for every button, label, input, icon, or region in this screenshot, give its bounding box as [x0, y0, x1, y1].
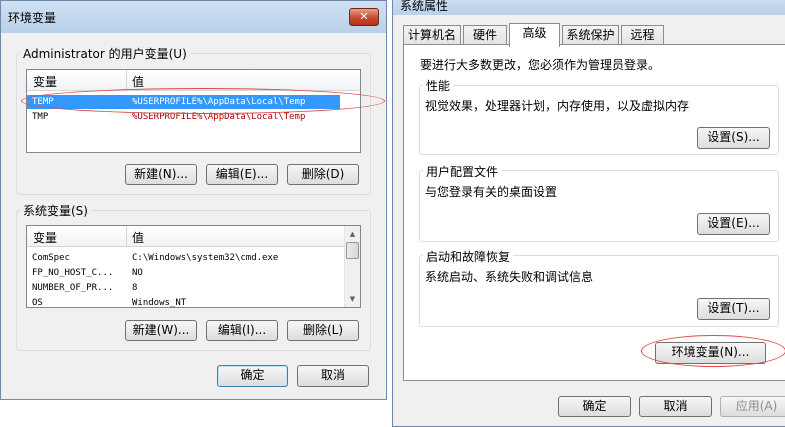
user-list-header: 变量 值	[27, 70, 360, 91]
table-row[interactable]: OS Windows_NT	[27, 296, 344, 308]
system-list-header: 变量 值	[27, 226, 344, 247]
performance-label: 性能	[423, 77, 454, 94]
user-profiles-label: 用户配置文件	[423, 163, 502, 180]
variable-value: Windows_NT	[132, 298, 187, 308]
sys-ok-button[interactable]: 确定	[558, 396, 631, 417]
variable-value: 8	[132, 283, 138, 293]
variable-name: OS	[32, 298, 43, 308]
system-properties-dialog: 系统属性 计算机名 硬件 高级 系统保护 远程 要进行大多数更改，您必须作为管理…	[392, 0, 785, 427]
ok-button[interactable]: 确定	[217, 365, 288, 387]
startup-recovery-label: 启动和故障恢复	[423, 248, 514, 265]
advanced-tab-panel: 要进行大多数更改，您必须作为管理员登录。 性能 视觉效果，处理器计划，内存使用，…	[403, 44, 785, 381]
performance-desc: 视觉效果，处理器计划，内存使用，以及虚拟内存	[425, 99, 690, 113]
scroll-down-icon[interactable]: ▼	[345, 293, 360, 305]
startup-recovery-desc: 系统启动、系统失败和调试信息	[425, 270, 594, 284]
variable-value: NO	[132, 268, 143, 278]
user-edit-button[interactable]: 编辑(E)...	[206, 164, 278, 185]
user-new-button[interactable]: 新建(N)...	[125, 164, 197, 185]
user-profiles-settings-button[interactable]: 设置(E)...	[697, 213, 770, 235]
tab-advanced[interactable]: 高级	[509, 23, 560, 47]
env-dialog-title: 环境变量	[8, 11, 57, 25]
tab-remote[interactable]: 远程	[621, 25, 664, 45]
sys-cancel-button[interactable]: 取消	[639, 396, 712, 417]
user-profiles-desc: 与您登录有关的桌面设置	[425, 185, 558, 199]
column-header-variable[interactable]: 变量	[33, 73, 57, 90]
variable-value: %USERPROFILE%\AppData\Local\Temp	[132, 97, 306, 107]
variable-name: FP_NO_HOST_C...	[32, 268, 114, 278]
sys-dialog-title: 系统属性	[400, 0, 449, 13]
startup-settings-button[interactable]: 设置(T)...	[697, 298, 770, 320]
variable-name: NUMBER_OF_PR...	[32, 283, 114, 293]
table-row-temp[interactable]: TEMP %USERPROFILE%\AppData\Local\Temp	[27, 95, 340, 109]
variable-name: TMP	[32, 112, 49, 122]
user-delete-button[interactable]: 删除(D)	[287, 164, 359, 185]
performance-settings-button[interactable]: 设置(S)...	[697, 127, 770, 149]
variable-value: C:\Windows\system32\cmd.exe	[132, 253, 279, 263]
variable-name: ComSpec	[32, 253, 70, 263]
system-edit-button[interactable]: 编辑(I)...	[206, 320, 278, 341]
table-row[interactable]: FP_NO_HOST_C... NO	[27, 266, 344, 280]
variable-name: TEMP	[32, 97, 54, 107]
environment-variables-button[interactable]: 环境变量(N)...	[655, 342, 766, 364]
system-variables-label: 系统变量(S)	[20, 202, 91, 219]
user-variables-label: Administrator 的用户变量(U)	[20, 45, 190, 62]
admin-note: 要进行大多数更改，您必须作为管理员登录。	[420, 58, 661, 72]
table-row[interactable]: ComSpec C:\Windows\system32\cmd.exe	[27, 251, 344, 265]
system-new-button[interactable]: 新建(W)...	[125, 320, 197, 341]
tab-system-protection[interactable]: 系统保护	[562, 25, 619, 45]
tab-computer-name[interactable]: 计算机名	[403, 25, 461, 45]
env-dialog-titlebar[interactable]: 环境变量 ✕	[1, 1, 386, 33]
column-header-variable[interactable]: 变量	[33, 229, 57, 246]
system-variables-list[interactable]: 变量 值 ComSpec C:\Windows\system32\cmd.exe…	[26, 225, 361, 308]
system-list-scrollbar[interactable]: ▲ ▼	[344, 226, 360, 307]
cancel-button[interactable]: 取消	[297, 365, 369, 387]
table-row[interactable]: NUMBER_OF_PR... 8	[27, 281, 344, 295]
scroll-up-icon[interactable]: ▲	[345, 228, 360, 240]
sys-dialog-titlebar[interactable]: 系统属性	[393, 0, 785, 15]
table-row-tmp[interactable]: TMP %USERPROFILE%\AppData\Local\Temp	[27, 110, 360, 124]
sys-apply-button: 应用(A)	[720, 396, 785, 417]
system-delete-button[interactable]: 删除(L)	[287, 320, 359, 341]
column-header-value[interactable]: 值	[132, 73, 144, 90]
scrollbar-thumb[interactable]	[346, 242, 359, 259]
tab-hardware[interactable]: 硬件	[463, 25, 507, 45]
column-header-value[interactable]: 值	[132, 229, 144, 246]
close-icon[interactable]: ✕	[349, 8, 379, 26]
user-variables-list[interactable]: 变量 值 TEMP %USERPROFILE%\AppData\Local\Te…	[26, 69, 361, 153]
env-variables-dialog: 环境变量 ✕ Administrator 的用户变量(U) 变量 值 TEMP …	[0, 0, 387, 400]
variable-value: %USERPROFILE%\AppData\Local\Temp	[132, 112, 306, 122]
